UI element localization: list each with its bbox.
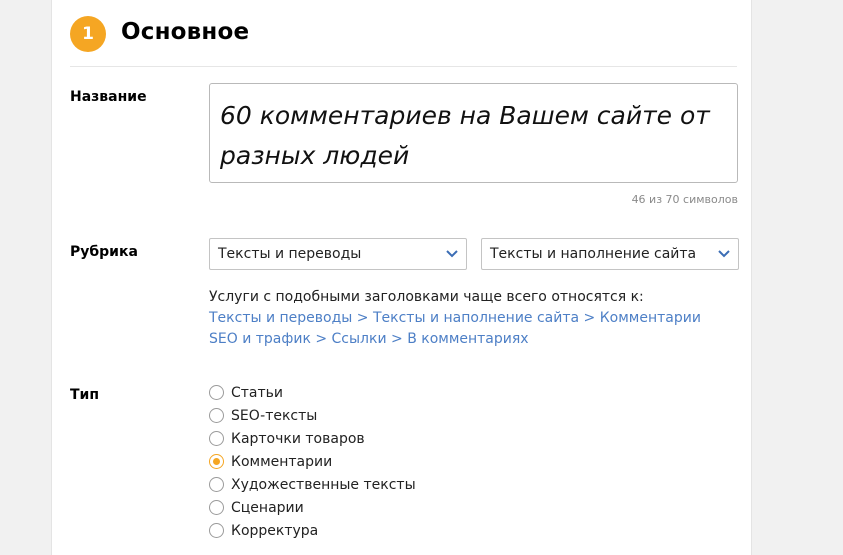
radio-label: SEO-тексты <box>231 408 318 424</box>
category-secondary-select[interactable]: Тексты и наполнение сайта <box>481 238 739 270</box>
main-section-card: 1 Основное Название 60 комментариев на В… <box>51 0 752 555</box>
character-counter: 46 из 70 символов <box>631 193 738 206</box>
chevron-down-icon <box>718 250 730 258</box>
title-textarea[interactable]: 60 комментариев на Вашем сайте от разных… <box>209 83 738 183</box>
radio-button[interactable] <box>209 431 224 446</box>
step-number-badge: 1 <box>70 16 106 52</box>
radio-label: Художественные тексты <box>231 477 416 493</box>
category-suggestion-link[interactable]: Тексты и переводы > Тексты и наполнение … <box>209 308 701 329</box>
section-header: 1 Основное <box>70 16 737 67</box>
radio-button[interactable] <box>209 500 224 515</box>
radio-button[interactable] <box>209 408 224 423</box>
category-secondary-value: Тексты и наполнение сайта <box>490 246 697 262</box>
category-hint: Услуги с подобными заголовками чаще всег… <box>209 287 701 350</box>
category-primary-select[interactable]: Тексты и переводы <box>209 238 467 270</box>
radio-label: Комментарии <box>231 454 333 470</box>
name-label: Название <box>70 89 147 105</box>
chevron-down-icon <box>446 250 458 258</box>
section-title: Основное <box>121 19 250 45</box>
category-primary-value: Тексты и переводы <box>218 246 362 262</box>
radio-button[interactable] <box>209 385 224 400</box>
radio-label: Корректура <box>231 523 319 539</box>
type-label: Тип <box>70 387 100 403</box>
category-label: Рубрика <box>70 244 138 260</box>
radio-label: Статьи <box>231 385 284 401</box>
radio-label: Карточки товаров <box>231 431 365 447</box>
radio-button[interactable] <box>209 523 224 538</box>
category-hint-text: Услуги с подобными заголовками чаще всег… <box>209 289 644 305</box>
radio-button-selected[interactable] <box>209 454 224 469</box>
radio-button[interactable] <box>209 477 224 492</box>
radio-label: Сценарии <box>231 500 304 516</box>
category-suggestion-link[interactable]: SEO и трафик > Ссылки > В комментариях <box>209 329 701 350</box>
